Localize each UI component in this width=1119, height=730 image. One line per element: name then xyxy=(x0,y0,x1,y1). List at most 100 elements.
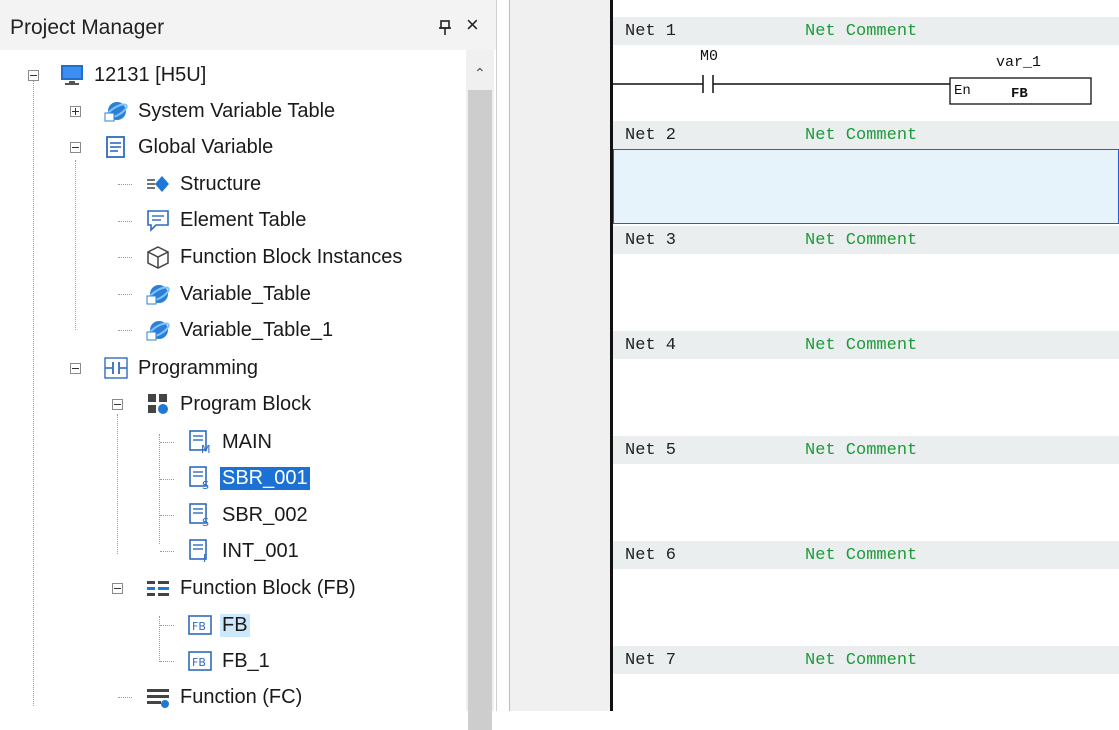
scrollbar-thumb[interactable] xyxy=(468,90,492,730)
network-comment[interactable]: Net Comment xyxy=(805,126,917,145)
network-label: Net 2 xyxy=(625,126,677,145)
contact-label[interactable]: M0 xyxy=(700,48,718,65)
tree-item-element-table[interactable]: Element Table xyxy=(146,203,308,237)
fb-icon: FB xyxy=(188,651,212,671)
network-body[interactable] xyxy=(613,569,1119,646)
globe-table-icon xyxy=(104,102,128,122)
network-body[interactable] xyxy=(613,254,1119,331)
network-label: Net 4 xyxy=(625,336,677,355)
network-comment[interactable]: Net Comment xyxy=(805,231,917,250)
cube-icon xyxy=(147,246,169,269)
network-comment[interactable]: Net Comment xyxy=(805,441,917,460)
network-label: Net 3 xyxy=(625,231,677,250)
tree-item-system-variable-table[interactable]: System Variable Table xyxy=(104,94,337,128)
structure-icon xyxy=(147,176,169,192)
network-label: Net 5 xyxy=(625,441,677,460)
ladder-contact-icon xyxy=(104,357,128,379)
globe-table-icon xyxy=(146,321,170,341)
collapse-toggle-programming[interactable] xyxy=(70,363,81,374)
tree-item-programming[interactable]: Programming xyxy=(104,351,260,385)
close-icon[interactable]: × xyxy=(466,14,479,36)
tree-item-program-block[interactable]: Program Block xyxy=(146,387,313,421)
network-comment[interactable]: Net Comment xyxy=(805,651,917,670)
svg-text:S: S xyxy=(202,516,209,527)
network-header: Net 7 Net Comment xyxy=(613,646,1119,674)
tree-label-int-001: INT_001 xyxy=(222,539,299,562)
network-body[interactable] xyxy=(613,359,1119,436)
tree-item-structure[interactable]: Structure xyxy=(146,167,263,201)
svg-text:FB: FB xyxy=(192,656,206,669)
ladder-rung-1 xyxy=(613,75,1092,105)
collapse-toggle-program-block[interactable] xyxy=(112,399,123,410)
tree-label-program-block: Program Block xyxy=(180,392,312,415)
tree-label-variable-table-1: Variable_Table_1 xyxy=(180,318,334,341)
svg-text:M: M xyxy=(201,443,211,454)
tree-label-function-fc: Function (FC) xyxy=(180,685,303,708)
project-manager-titlebar: Project Manager × xyxy=(0,0,496,50)
network-body-active[interactable] xyxy=(613,149,1119,224)
network-comment[interactable]: Net Comment xyxy=(805,546,917,565)
document-icon xyxy=(106,136,125,158)
scroll-up-icon[interactable]: ⌃ xyxy=(474,66,486,80)
expand-toggle-system-variable-table[interactable] xyxy=(70,106,81,117)
network-body[interactable]: M0 var_1 En FB xyxy=(613,45,1119,119)
tree-item-root[interactable]: 12131 [H5U] xyxy=(60,58,208,92)
network-body[interactable] xyxy=(613,464,1119,541)
network-body[interactable] xyxy=(613,674,1119,711)
tree-label-structure: Structure xyxy=(180,172,262,195)
tree-item-function-block-instances[interactable]: Function Block Instances xyxy=(146,240,404,274)
tree-label-programming: Programming xyxy=(138,356,259,379)
tree-label-root: 12131 [H5U] xyxy=(94,63,207,86)
tree-item-sbr-001[interactable]: S SBR_001 xyxy=(188,461,310,495)
collapse-toggle-function-block[interactable] xyxy=(112,583,123,594)
network-label: Net 1 xyxy=(625,22,677,41)
subroutine-icon: S xyxy=(189,503,209,527)
network-label: Net 6 xyxy=(625,546,677,565)
fb-icon: FB xyxy=(188,615,212,635)
network-comment[interactable]: Net Comment xyxy=(805,336,917,355)
fb-input-en: En xyxy=(954,83,971,99)
tree-line xyxy=(117,414,118,554)
monitor-icon xyxy=(61,65,83,85)
tree-label-global-variable: Global Variable xyxy=(138,135,274,158)
tree-line xyxy=(75,160,76,330)
collapse-toggle-root[interactable] xyxy=(28,70,39,81)
tree-label-element-table: Element Table xyxy=(180,208,307,231)
project-manager-panel: Project Manager × 12131 [H5U] System Var… xyxy=(0,0,497,730)
ladder-editor: Net 1 Net Comment M0 var_1 En FB Net 2 N… xyxy=(510,0,1119,711)
tree-label-function-block: Function Block (FB) xyxy=(180,576,356,599)
tree-label-system-variable-table: System Variable Table xyxy=(138,99,336,122)
network-header: Net 1 Net Comment xyxy=(613,17,1119,45)
function-block-list-icon xyxy=(147,581,169,596)
network-header: Net 6 Net Comment xyxy=(613,541,1119,569)
tree-item-int-001[interactable]: I INT_001 xyxy=(188,534,301,568)
tree-item-sbr-002[interactable]: S SBR_002 xyxy=(188,498,310,532)
tree-item-variable-table-1[interactable]: Variable_Table_1 xyxy=(146,313,335,347)
pin-icon[interactable] xyxy=(438,20,452,36)
blocks-icon xyxy=(148,394,168,414)
tree-item-variable-table[interactable]: Variable_Table xyxy=(146,277,313,311)
tree-label-variable-table: Variable_Table xyxy=(180,282,311,305)
tree-label-main: MAIN xyxy=(222,430,272,453)
fb-instance-name[interactable]: var_1 xyxy=(996,54,1041,71)
comment-icon xyxy=(147,210,169,232)
network-label: Net 7 xyxy=(625,651,677,670)
network-header: Net 5 Net Comment xyxy=(613,436,1119,464)
function-list-icon xyxy=(147,689,169,708)
svg-text:FB: FB xyxy=(192,620,206,633)
tree-item-main[interactable]: M MAIN xyxy=(188,425,274,459)
tree-item-fb-1[interactable]: FB FB_1 xyxy=(188,644,272,678)
network-comment[interactable]: Net Comment xyxy=(805,22,917,41)
collapse-toggle-global-variable[interactable] xyxy=(70,142,81,153)
network-header: Net 2 Net Comment xyxy=(613,121,1119,149)
tree-scrollbar[interactable]: ⌃ xyxy=(466,50,494,730)
tree-line xyxy=(159,616,160,662)
tree-item-function-block[interactable]: Function Block (FB) xyxy=(146,571,358,605)
fb-block-name[interactable]: FB xyxy=(1011,86,1028,102)
tree-item-fb[interactable]: FB FB xyxy=(188,608,250,642)
tree-label-sbr-001: SBR_001 xyxy=(220,466,310,490)
tree-item-global-variable[interactable]: Global Variable xyxy=(104,130,275,164)
svg-text:I: I xyxy=(203,552,206,563)
tree-item-function-fc[interactable]: Function (FC) xyxy=(146,680,304,714)
project-manager-title: Project Manager xyxy=(10,16,165,39)
